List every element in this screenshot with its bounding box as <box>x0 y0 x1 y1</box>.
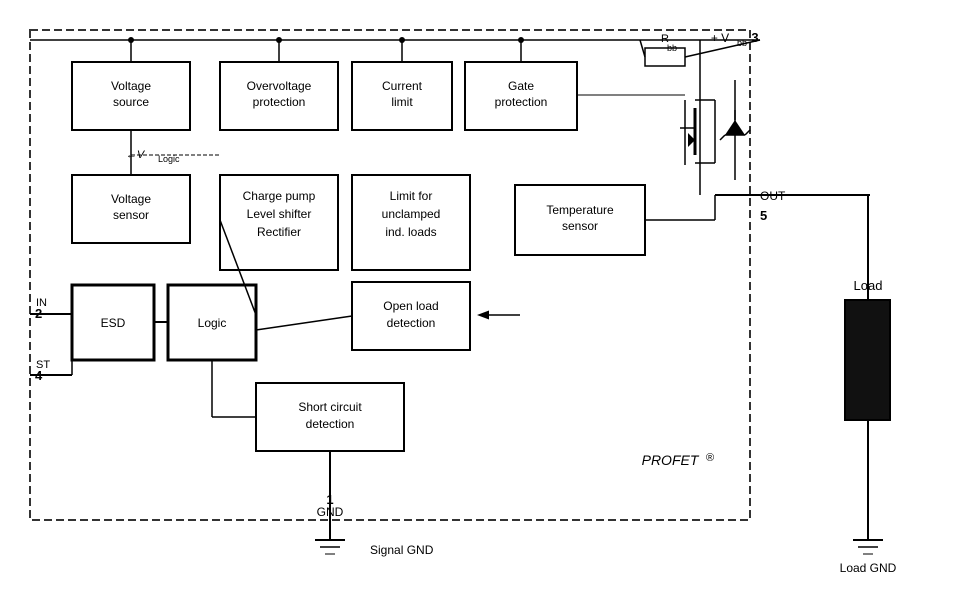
open-load-label2: detection <box>387 316 436 330</box>
voltage-source-label2: source <box>113 95 149 109</box>
temp-label2: sensor <box>562 219 598 233</box>
dot2 <box>276 37 282 43</box>
dot3 <box>399 37 405 43</box>
esd-label: ESD <box>101 316 126 330</box>
voltage-sensor-label1: Voltage <box>111 192 151 206</box>
st-label: ST <box>36 359 50 371</box>
zener-k1 <box>720 135 725 140</box>
load-gnd-text: Load GND <box>840 561 897 575</box>
vbb-label: + V <box>711 31 729 45</box>
circuit-diagram: Voltage source Overvoltage protection Cu… <box>0 0 959 590</box>
charge-pump-label3: Rectifier <box>257 225 301 239</box>
vlogic-label: ←V <box>126 149 146 161</box>
short-circuit-label2: detection <box>306 417 355 431</box>
charge-pump-label2: Level shifter <box>247 207 312 221</box>
gate-protection-label1: Gate <box>508 79 534 93</box>
dot1 <box>128 37 134 43</box>
overvoltage-label1: Overvoltage <box>247 79 312 93</box>
load-resistor <box>845 300 890 420</box>
rbb-resistor <box>645 48 685 66</box>
open-load-label1: Open load <box>383 299 438 313</box>
limit-label2: unclamped <box>382 207 441 221</box>
short-circuit-label1: Short circuit <box>298 400 362 414</box>
profet-reg: ® <box>706 452 714 464</box>
voltage-source-label: Voltage <box>111 79 151 93</box>
logic-ol-line <box>256 316 352 330</box>
gate-protection-label2: protection <box>495 95 548 109</box>
current-limit-label2: limit <box>391 95 413 109</box>
temp-label1: Temperature <box>546 203 614 217</box>
profet-label: PROFET <box>642 452 700 468</box>
overvoltage-label2: protection <box>253 95 306 109</box>
signal-gnd-label: Signal GND <box>370 543 434 557</box>
limit-label1: Limit for <box>390 189 433 203</box>
pin5-label: 5 <box>760 208 767 223</box>
limit-label3: ind. loads <box>385 225 436 239</box>
in-label: IN <box>36 297 47 309</box>
current-limit-label1: Current <box>382 79 423 93</box>
rbb-sub: bb <box>667 43 677 53</box>
charge-pump-label1: Charge pump <box>243 189 316 203</box>
voltage-sensor-label2: sensor <box>113 208 149 222</box>
pin3-label: 3 <box>751 30 758 45</box>
zener-triangle <box>725 120 745 135</box>
logic-label: Logic <box>198 316 227 330</box>
dot4 <box>518 37 524 43</box>
diagram-container: Voltage source Overvoltage protection Cu… <box>0 0 959 590</box>
